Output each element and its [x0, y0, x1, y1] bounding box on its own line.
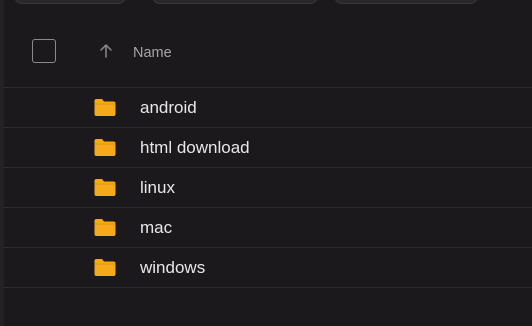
file-browser: Name android html download linux mac win… [0, 0, 532, 326]
file-name: android [140, 98, 197, 117]
folder-icon [94, 179, 116, 196]
file-name: windows [140, 258, 206, 277]
file-list: android html download linux mac windows [4, 88, 532, 288]
arrow-up-icon[interactable] [99, 43, 113, 59]
file-name: linux [140, 178, 175, 197]
file-name: html download [140, 138, 250, 157]
list-item[interactable]: android [4, 88, 532, 128]
list-item[interactable]: linux [4, 168, 532, 208]
list-item[interactable]: windows [4, 248, 532, 288]
list-item[interactable]: mac [4, 208, 532, 248]
toolbar-button-3[interactable] [334, 0, 478, 4]
table-header: Name [4, 28, 532, 88]
folder-icon [94, 219, 116, 236]
file-name: mac [140, 218, 173, 237]
folder-icon [94, 139, 116, 156]
toolbar-button-2[interactable] [152, 0, 318, 4]
list-item[interactable]: html download [4, 128, 532, 168]
folder-icon [94, 259, 116, 276]
select-all-checkbox[interactable] [32, 39, 56, 63]
toolbar-button-1[interactable] [14, 0, 126, 4]
column-header-name[interactable]: Name [133, 45, 172, 61]
folder-icon [94, 99, 116, 116]
